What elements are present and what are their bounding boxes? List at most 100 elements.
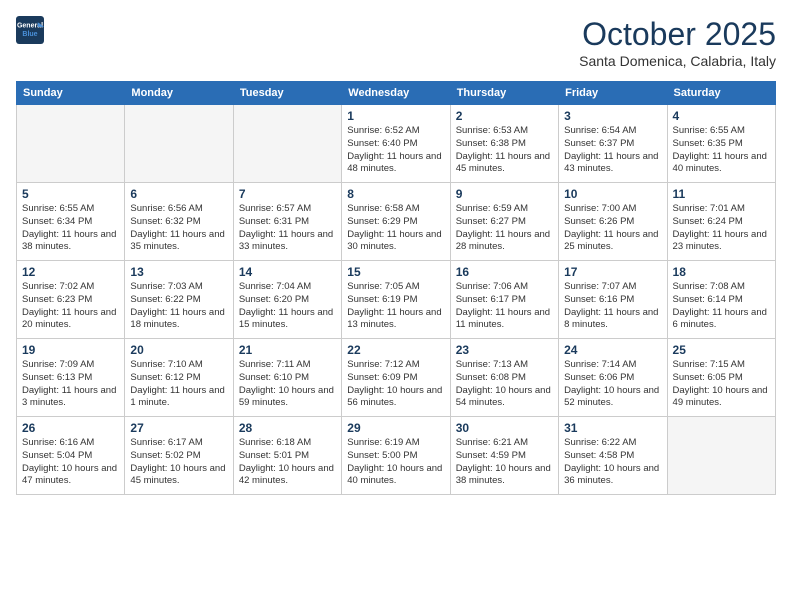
calendar-cell xyxy=(233,105,341,183)
calendar-cell: 6Sunrise: 6:56 AM Sunset: 6:32 PM Daylig… xyxy=(125,183,233,261)
week-row-2: 5Sunrise: 6:55 AM Sunset: 6:34 PM Daylig… xyxy=(17,183,776,261)
cell-daylight-text: Sunrise: 6:16 AM Sunset: 5:04 PM Dayligh… xyxy=(22,437,119,488)
date-number: 31 xyxy=(564,421,661,435)
cell-daylight-text: Sunrise: 7:09 AM Sunset: 6:13 PM Dayligh… xyxy=(22,359,119,410)
week-row-5: 26 Sunrise: 6:16 AM Sunset: 5:04 PM Dayli… xyxy=(17,417,776,495)
cell-daylight-text: Sunrise: 7:11 AM Sunset: 6:10 PM Dayligh… xyxy=(239,359,336,410)
cell-daylight-text: Sunrise: 7:14 AM Sunset: 6:06 PM Dayligh… xyxy=(564,359,661,410)
cell-daylight-text: Sunrise: 6:18 AM Sunset: 5:01 PM Dayligh… xyxy=(239,437,336,488)
calendar-cell: 1Sunrise: 6:52 AM Sunset: 6:40 PM Daylig… xyxy=(342,105,450,183)
calendar-cell xyxy=(17,105,125,183)
calendar-cell: 12 Sunrise: 7:02 AM Sunset: 6:23 PM Dayli… xyxy=(17,261,125,339)
date-number: 12 xyxy=(22,265,119,279)
date-number: 17 xyxy=(564,265,661,279)
date-number: 3 xyxy=(564,109,661,123)
calendar-cell: 20 Sunrise: 7:10 AM Sunset: 6:12 PM Dayli… xyxy=(125,339,233,417)
date-number: 26 xyxy=(22,421,119,435)
date-number: 27 xyxy=(130,421,227,435)
date-number: 18 xyxy=(673,265,770,279)
calendar-cell: 8Sunrise: 6:58 AM Sunset: 6:29 PM Daylig… xyxy=(342,183,450,261)
calendar-cell: 5Sunrise: 6:55 AM Sunset: 6:34 PM Daylig… xyxy=(17,183,125,261)
calendar-cell: 22 Sunrise: 7:12 AM Sunset: 6:09 PM Dayli… xyxy=(342,339,450,417)
calendar-cell: 17 Sunrise: 7:07 AM Sunset: 6:16 PM Dayli… xyxy=(559,261,667,339)
cell-daylight-text: Sunrise: 7:15 AM Sunset: 6:05 PM Dayligh… xyxy=(673,359,770,410)
cell-daylight-text: Sunrise: 7:12 AM Sunset: 6:09 PM Dayligh… xyxy=(347,359,444,410)
date-number: 28 xyxy=(239,421,336,435)
calendar-cell xyxy=(125,105,233,183)
cell-daylight-text: Sunrise: 7:06 AM Sunset: 6:17 PM Dayligh… xyxy=(456,281,553,332)
calendar-cell: 7Sunrise: 6:57 AM Sunset: 6:31 PM Daylig… xyxy=(233,183,341,261)
date-number: 15 xyxy=(347,265,444,279)
cell-daylight-text: Sunrise: 6:17 AM Sunset: 5:02 PM Dayligh… xyxy=(130,437,227,488)
cell-daylight-text: Sunrise: 6:53 AM Sunset: 6:38 PM Dayligh… xyxy=(456,125,553,176)
calendar-cell: 31Sunrise: 6:22 AM Sunset: 4:58 PM Dayli… xyxy=(559,417,667,495)
cell-daylight-text: Sunrise: 7:04 AM Sunset: 6:20 PM Dayligh… xyxy=(239,281,336,332)
date-number: 2 xyxy=(456,109,553,123)
calendar-cell: 4Sunrise: 6:55 AM Sunset: 6:35 PM Daylig… xyxy=(667,105,775,183)
title-block: October 2025 Santa Domenica, Calabria, I… xyxy=(579,16,776,69)
cell-daylight-text: Sunrise: 6:58 AM Sunset: 6:29 PM Dayligh… xyxy=(347,203,444,254)
date-number: 16 xyxy=(456,265,553,279)
cell-daylight-text: Sunrise: 7:01 AM Sunset: 6:24 PM Dayligh… xyxy=(673,203,770,254)
date-number: 9 xyxy=(456,187,553,201)
date-number: 19 xyxy=(22,343,119,357)
cell-daylight-text: Sunrise: 6:54 AM Sunset: 6:37 PM Dayligh… xyxy=(564,125,661,176)
cell-daylight-text: Sunrise: 6:19 AM Sunset: 5:00 PM Dayligh… xyxy=(347,437,444,488)
date-number: 1 xyxy=(347,109,444,123)
calendar-cell: 10Sunrise: 7:00 AM Sunset: 6:26 PM Dayli… xyxy=(559,183,667,261)
location-subtitle: Santa Domenica, Calabria, Italy xyxy=(579,53,776,69)
calendar-cell: 30 Sunrise: 6:21 AM Sunset: 4:59 PM Dayli… xyxy=(450,417,558,495)
calendar-body: 1Sunrise: 6:52 AM Sunset: 6:40 PM Daylig… xyxy=(17,105,776,495)
date-number: 22 xyxy=(347,343,444,357)
cell-daylight-text: Sunrise: 7:00 AM Sunset: 6:26 PM Dayligh… xyxy=(564,203,661,254)
cell-daylight-text: Sunrise: 7:03 AM Sunset: 6:22 PM Dayligh… xyxy=(130,281,227,332)
calendar-table: SundayMondayTuesdayWednesdayThursdayFrid… xyxy=(16,81,776,495)
month-title: October 2025 xyxy=(579,16,776,53)
day-header-tuesday: Tuesday xyxy=(233,82,341,105)
calendar-cell: 26 Sunrise: 6:16 AM Sunset: 5:04 PM Dayli… xyxy=(17,417,125,495)
week-row-1: 1Sunrise: 6:52 AM Sunset: 6:40 PM Daylig… xyxy=(17,105,776,183)
calendar-cell: 27 Sunrise: 6:17 AM Sunset: 5:02 PM Dayli… xyxy=(125,417,233,495)
date-number: 25 xyxy=(673,343,770,357)
page-header: General Blue October 2025 Santa Domenica… xyxy=(16,16,776,69)
svg-text:Blue: Blue xyxy=(22,31,37,38)
calendar-cell: 11 Sunrise: 7:01 AM Sunset: 6:24 PM Dayli… xyxy=(667,183,775,261)
calendar-cell: 2 Sunrise: 6:53 AM Sunset: 6:38 PM Daylig… xyxy=(450,105,558,183)
day-header-thursday: Thursday xyxy=(450,82,558,105)
date-number: 11 xyxy=(673,187,770,201)
logo: General Blue xyxy=(16,16,44,44)
cell-daylight-text: Sunrise: 7:07 AM Sunset: 6:16 PM Dayligh… xyxy=(564,281,661,332)
cell-daylight-text: Sunrise: 7:02 AM Sunset: 6:23 PM Dayligh… xyxy=(22,281,119,332)
calendar-cell: 21 Sunrise: 7:11 AM Sunset: 6:10 PM Dayli… xyxy=(233,339,341,417)
cell-daylight-text: Sunrise: 7:05 AM Sunset: 6:19 PM Dayligh… xyxy=(347,281,444,332)
date-number: 14 xyxy=(239,265,336,279)
cell-daylight-text: Sunrise: 6:21 AM Sunset: 4:59 PM Dayligh… xyxy=(456,437,553,488)
calendar-cell: 23Sunrise: 7:13 AM Sunset: 6:08 PM Dayli… xyxy=(450,339,558,417)
calendar-cell: 15 Sunrise: 7:05 AM Sunset: 6:19 PM Dayli… xyxy=(342,261,450,339)
calendar-cell: 9Sunrise: 6:59 AM Sunset: 6:27 PM Daylig… xyxy=(450,183,558,261)
calendar-cell: 29Sunrise: 6:19 AM Sunset: 5:00 PM Dayli… xyxy=(342,417,450,495)
date-number: 24 xyxy=(564,343,661,357)
day-header-wednesday: Wednesday xyxy=(342,82,450,105)
date-number: 23 xyxy=(456,343,553,357)
day-header-saturday: Saturday xyxy=(667,82,775,105)
calendar-cell: 19 Sunrise: 7:09 AM Sunset: 6:13 PM Dayli… xyxy=(17,339,125,417)
date-number: 20 xyxy=(130,343,227,357)
date-number: 6 xyxy=(130,187,227,201)
date-number: 7 xyxy=(239,187,336,201)
day-header-friday: Friday xyxy=(559,82,667,105)
date-number: 30 xyxy=(456,421,553,435)
calendar-cell: 18Sunrise: 7:08 AM Sunset: 6:14 PM Dayli… xyxy=(667,261,775,339)
calendar-cell: 25 Sunrise: 7:15 AM Sunset: 6:05 PM Dayli… xyxy=(667,339,775,417)
calendar-cell: 13Sunrise: 7:03 AM Sunset: 6:22 PM Dayli… xyxy=(125,261,233,339)
calendar-cell: 14 Sunrise: 7:04 AM Sunset: 6:20 PM Dayli… xyxy=(233,261,341,339)
calendar-cell: 28 Sunrise: 6:18 AM Sunset: 5:01 PM Dayli… xyxy=(233,417,341,495)
day-header-monday: Monday xyxy=(125,82,233,105)
cell-daylight-text: Sunrise: 6:55 AM Sunset: 6:34 PM Dayligh… xyxy=(22,203,119,254)
cell-daylight-text: Sunrise: 6:55 AM Sunset: 6:35 PM Dayligh… xyxy=(673,125,770,176)
cell-daylight-text: Sunrise: 7:10 AM Sunset: 6:12 PM Dayligh… xyxy=(130,359,227,410)
date-number: 21 xyxy=(239,343,336,357)
day-header-sunday: Sunday xyxy=(17,82,125,105)
week-row-3: 12 Sunrise: 7:02 AM Sunset: 6:23 PM Dayli… xyxy=(17,261,776,339)
logo-icon: General Blue xyxy=(16,16,44,44)
